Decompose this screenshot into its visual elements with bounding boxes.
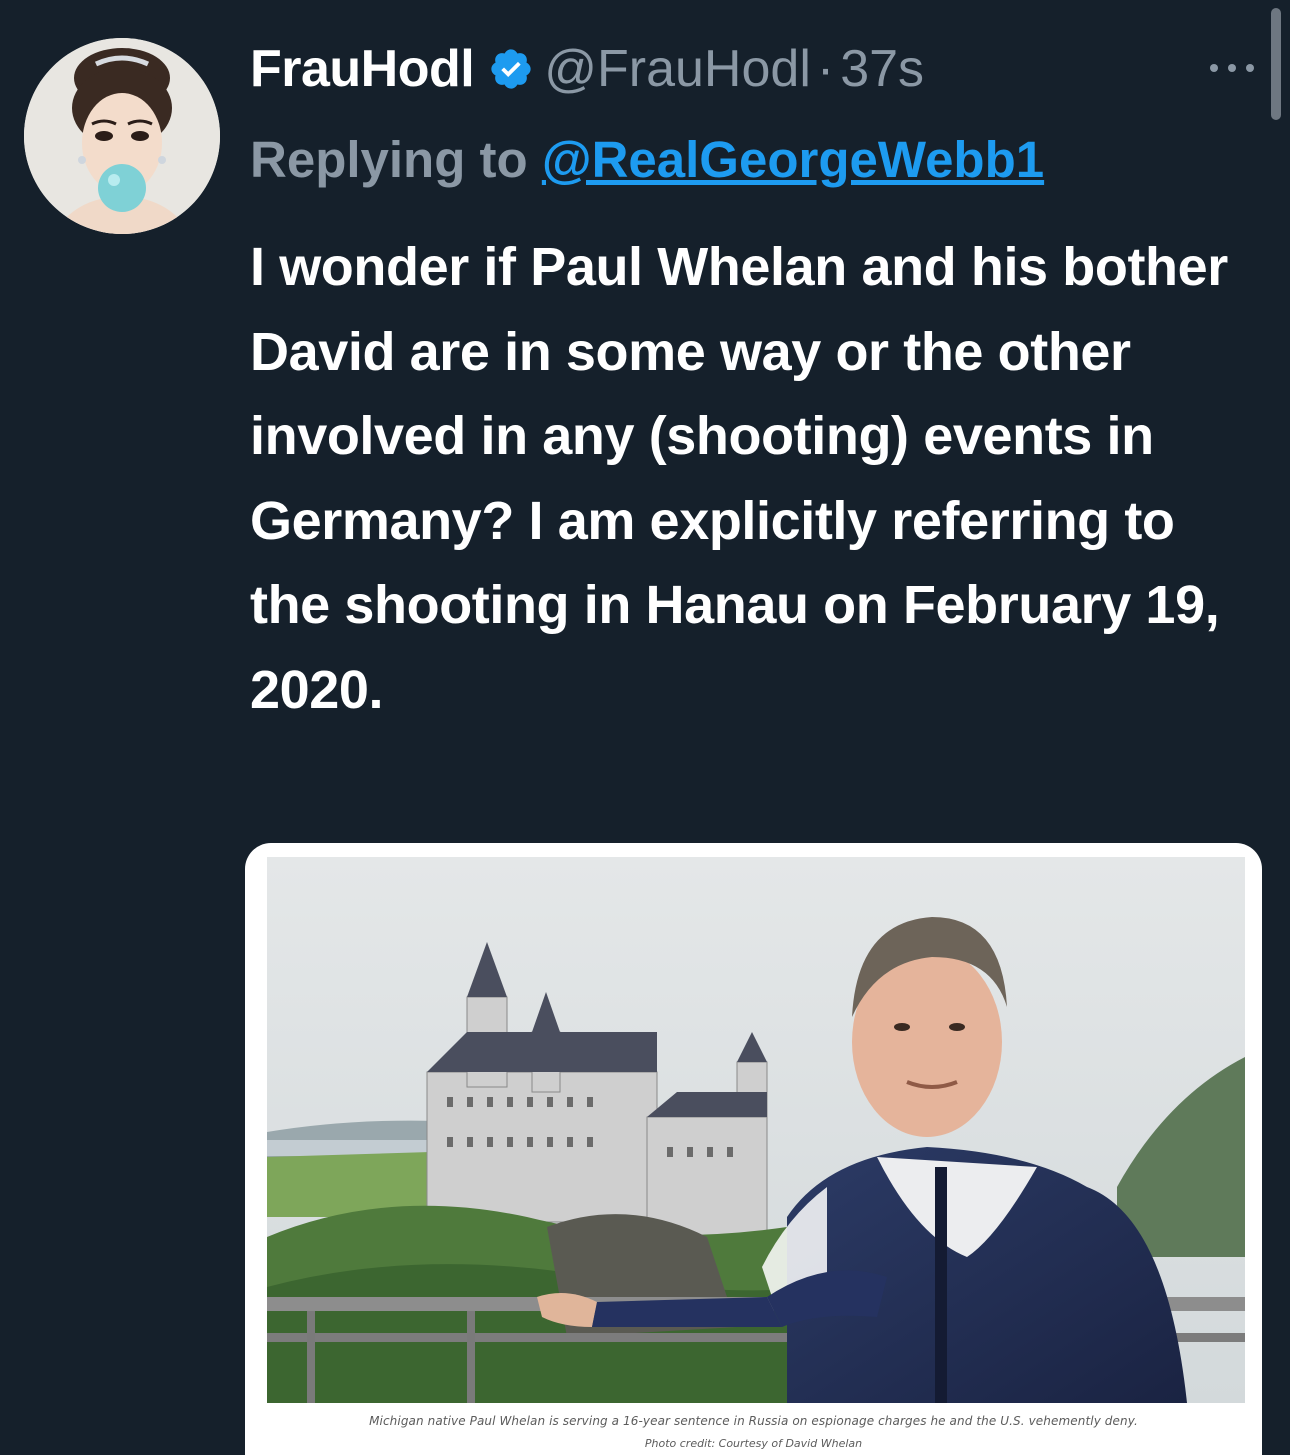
avatar-image bbox=[24, 38, 220, 234]
scrollbar[interactable] bbox=[1271, 8, 1281, 120]
tweet-media[interactable]: Michigan native Paul Whelan is serving a… bbox=[245, 843, 1262, 1455]
reply-prefix: Replying to bbox=[250, 131, 542, 188]
avatar[interactable] bbox=[24, 38, 220, 234]
verified-badge-icon bbox=[488, 46, 534, 92]
separator-dot: · bbox=[816, 40, 835, 98]
reply-context: Replying to @RealGeorgeWebb1 bbox=[250, 130, 1044, 189]
photo-credit: Photo credit: Courtesy of David Whelan bbox=[644, 1437, 863, 1450]
more-options-icon[interactable] bbox=[1204, 48, 1260, 88]
tweet[interactable]: FrauHodl @FrauHodl · 37s Replying to @Re… bbox=[0, 0, 1290, 1455]
media-photo[interactable] bbox=[267, 857, 1245, 1403]
tweet-text: I wonder if Paul Whelan and his bother D… bbox=[250, 237, 1228, 720]
handle[interactable]: @FrauHodl bbox=[544, 39, 811, 99]
photo-caption: Michigan native Paul Whelan is serving a… bbox=[369, 1414, 1138, 1428]
tweet-header: FrauHodl @FrauHodl · 37s bbox=[250, 34, 924, 104]
reply-mention-link[interactable]: @RealGeorgeWebb1 bbox=[542, 131, 1044, 188]
display-name[interactable]: FrauHodl bbox=[250, 39, 475, 99]
castle-photo-image bbox=[267, 857, 1245, 1403]
timestamp[interactable]: 37s bbox=[840, 39, 924, 99]
